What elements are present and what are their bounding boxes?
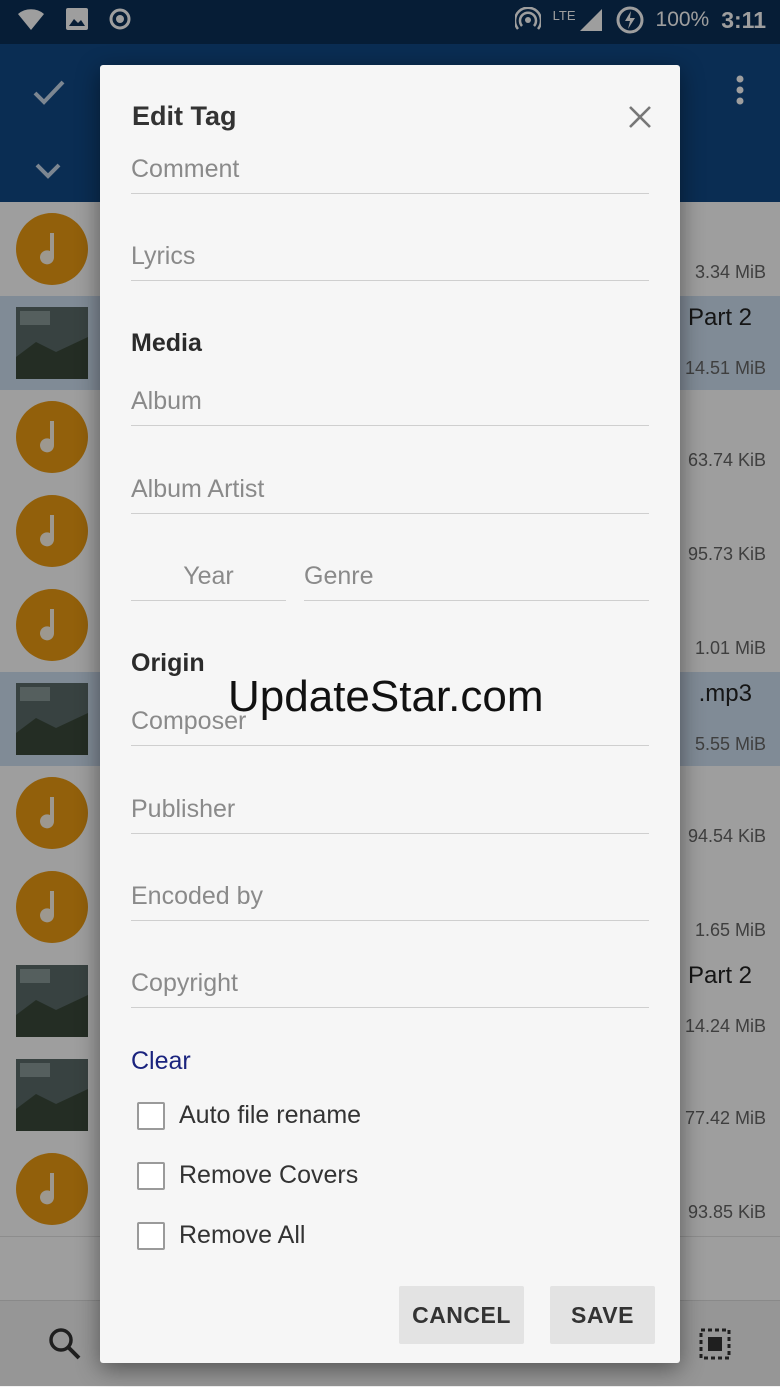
checkbox-box[interactable] (137, 1221, 165, 1250)
save-button[interactable]: SAVE (550, 1286, 655, 1344)
comment-input[interactable] (131, 155, 649, 184)
checkbox-box[interactable] (137, 1101, 165, 1130)
auto-rename-label: Auto file rename (179, 1101, 362, 1129)
year-field[interactable] (131, 562, 286, 601)
cancel-button[interactable]: CANCEL (399, 1286, 524, 1344)
album-input[interactable] (131, 387, 649, 416)
copyright-input[interactable] (131, 969, 649, 998)
copyright-field[interactable] (131, 969, 649, 1008)
lyrics-input[interactable] (131, 242, 649, 271)
publisher-field[interactable] (131, 795, 649, 834)
encoded-by-field[interactable] (131, 882, 649, 921)
genre-field[interactable] (304, 562, 649, 601)
year-input[interactable] (131, 562, 286, 591)
close-icon[interactable] (626, 103, 654, 131)
genre-input[interactable] (304, 562, 649, 591)
clear-link[interactable]: Clear (131, 1047, 191, 1076)
remove-covers-checkbox[interactable]: Remove Covers (137, 1161, 358, 1190)
album-field[interactable] (131, 387, 649, 426)
remove-all-label: Remove All (179, 1221, 306, 1249)
remove-covers-label: Remove Covers (179, 1161, 359, 1189)
album-artist-field[interactable] (131, 475, 649, 514)
dialog-title: Edit Tag (132, 101, 237, 131)
remove-all-checkbox[interactable]: Remove All (137, 1221, 305, 1250)
album-artist-input[interactable] (131, 475, 649, 504)
lyrics-field[interactable] (131, 242, 649, 281)
publisher-input[interactable] (131, 795, 649, 824)
watermark: UpdateStar.com (228, 672, 544, 721)
auto-rename-checkbox[interactable]: Auto file rename (137, 1101, 361, 1130)
section-origin: Origin (131, 649, 205, 677)
section-media: Media (131, 329, 202, 357)
encoded-by-input[interactable] (131, 882, 649, 911)
comment-field[interactable] (131, 155, 649, 194)
checkbox-box[interactable] (137, 1161, 165, 1190)
